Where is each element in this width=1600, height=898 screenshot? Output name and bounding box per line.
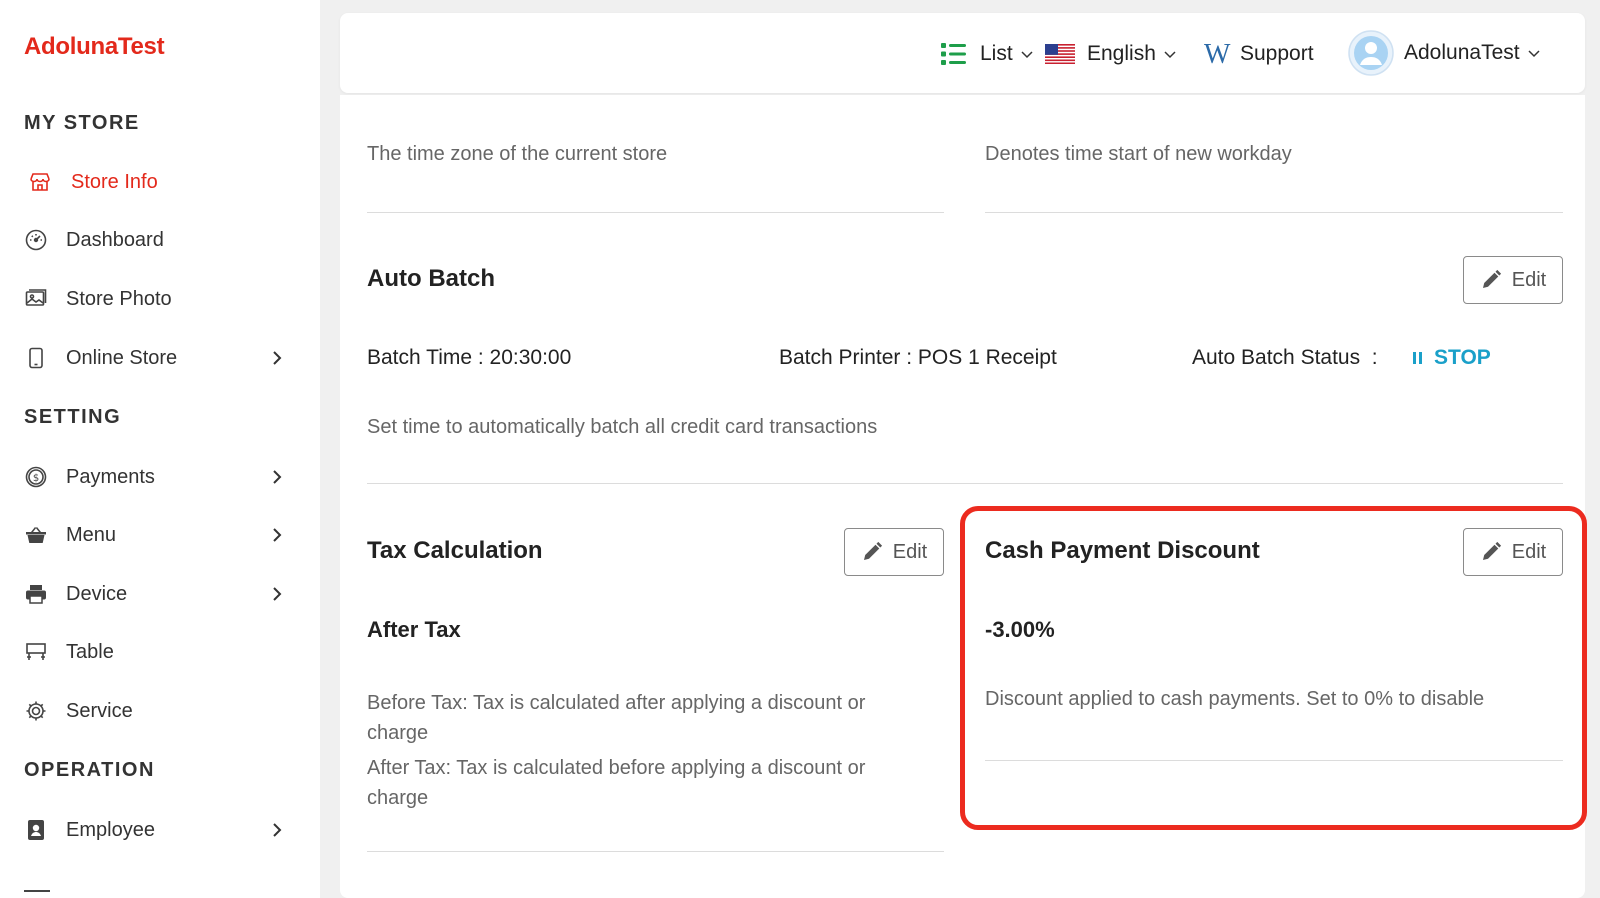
auto-batch-edit-button[interactable]: Edit [1463, 256, 1563, 304]
auto-batch-status-label: Auto Batch Status : [1192, 346, 1378, 369]
sidebar: AdolunaTest MY STORE Store Info Dashboar… [0, 0, 320, 898]
tax-calculation-edit-button[interactable]: Edit [844, 528, 944, 576]
auto-batch-description: Set time to automatically batch all cred… [367, 416, 878, 438]
tax-before-description: Before Tax: Tax is calculated after appl… [367, 692, 866, 744]
user-name: AdolunaTest [1404, 41, 1520, 64]
chevron-right-icon [273, 587, 282, 601]
auto-batch-title: Auto Batch [367, 265, 495, 292]
badge-icon [24, 818, 48, 842]
edit-label: Edit [1511, 268, 1547, 291]
support-w-icon: W [1204, 40, 1231, 68]
divider [985, 760, 1563, 761]
chevron-down-icon [1528, 50, 1540, 58]
section-operation: OPERATION [24, 759, 155, 781]
store-info-content: The time zone of the current store Denot… [340, 95, 1585, 898]
divider [367, 212, 944, 213]
sidebar-item-service[interactable]: Service [0, 689, 300, 733]
chevron-right-icon [273, 528, 282, 542]
tax-calculation-title: Tax Calculation [367, 537, 543, 564]
view-list-dropdown[interactable]: List [940, 37, 1035, 71]
sidebar-item-device[interactable]: Device [0, 572, 300, 616]
sidebar-item-label: Dashboard [66, 228, 164, 251]
pencil-icon [1482, 269, 1501, 288]
batch-time: Batch Time : 20:30:00 [367, 346, 572, 369]
avatar [1348, 30, 1394, 76]
language-dropdown[interactable]: English [1045, 37, 1178, 71]
cash-discount-value: -3.00% [985, 617, 1055, 642]
user-menu[interactable]: AdolunaTest [1348, 30, 1542, 76]
dollar-icon: $ [24, 465, 48, 489]
sidebar-item-partial-icon [24, 890, 50, 898]
tax-after-description: After Tax: Tax is calculated before appl… [367, 757, 866, 809]
pencil-icon [1482, 541, 1501, 560]
sidebar-item-menu[interactable]: Menu [0, 513, 300, 557]
section-my-store: MY STORE [24, 112, 140, 134]
sidebar-item-label: Menu [66, 523, 117, 546]
top-bar: List English W Support AdolunaTest [340, 13, 1585, 93]
chevron-right-icon [273, 470, 282, 484]
gear-icon [24, 699, 48, 723]
sidebar-item-online-store[interactable]: Online Store [0, 336, 300, 380]
edit-label: Edit [1511, 540, 1547, 563]
gauge-icon [24, 228, 48, 252]
timezone-description: The time zone of the current store [367, 143, 668, 165]
pencil-icon [863, 541, 882, 560]
mobile-icon [24, 346, 48, 370]
sidebar-item-label: Table [66, 640, 114, 663]
divider [367, 851, 944, 852]
brand-logo[interactable]: AdolunaTest [24, 33, 165, 61]
sidebar-item-label: Employee [66, 818, 155, 841]
chevron-right-icon [273, 351, 282, 365]
sidebar-item-store-photo[interactable]: Store Photo [0, 277, 300, 321]
divider [367, 483, 1563, 484]
view-list-label: List [980, 42, 1013, 65]
chevron-down-icon [1021, 51, 1033, 59]
cash-discount-description: Discount applied to cash payments. Set t… [985, 688, 1485, 710]
sidebar-item-table[interactable]: Table [0, 630, 300, 674]
divider [985, 212, 1563, 213]
photo-icon [24, 287, 48, 311]
chevron-right-icon [273, 823, 282, 837]
support-link[interactable]: W Support [1204, 37, 1314, 71]
chevron-down-icon [1164, 51, 1176, 59]
language-label: English [1087, 42, 1156, 65]
printer-icon [24, 582, 48, 606]
svg-text:W: W [1204, 40, 1231, 68]
auto-batch-status-value: STOP [1434, 346, 1491, 369]
store-icon [28, 170, 52, 194]
pause-icon [1413, 352, 1422, 364]
list-icon [941, 43, 966, 65]
us-flag-icon [1045, 44, 1075, 64]
main-panel: List English W Support AdolunaTest The t… [340, 13, 1585, 898]
sidebar-item-label: Device [66, 582, 128, 605]
support-label: Support [1240, 42, 1314, 65]
cash-discount-edit-button[interactable]: Edit [1463, 528, 1563, 576]
sidebar-item-employee[interactable]: Employee [0, 808, 300, 852]
sidebar-item-label: Payments [66, 465, 155, 488]
batch-printer: Batch Printer : POS 1 Receipt [779, 346, 1057, 369]
edit-label: Edit [892, 540, 928, 563]
auto-batch-status: STOP [1412, 346, 1491, 370]
sidebar-item-label: Online Store [66, 346, 178, 369]
sidebar-item-label: Store Info [71, 170, 158, 193]
table-icon [24, 640, 48, 664]
sidebar-item-label: Service [66, 699, 133, 722]
sidebar-item-payments[interactable]: $ Payments [0, 455, 300, 499]
sidebar-item-store-info[interactable]: Store Info [0, 160, 300, 204]
tax-calculation-value: After Tax [367, 617, 461, 642]
sidebar-item-label: Store Photo [66, 287, 172, 310]
svg-text:$: $ [33, 473, 39, 484]
workday-description: Denotes time start of new workday [985, 143, 1292, 165]
cash-discount-title: Cash Payment Discount [985, 537, 1260, 564]
section-setting: SETTING [24, 406, 122, 428]
sidebar-item-dashboard[interactable]: Dashboard [0, 218, 300, 262]
basket-icon [24, 523, 48, 547]
